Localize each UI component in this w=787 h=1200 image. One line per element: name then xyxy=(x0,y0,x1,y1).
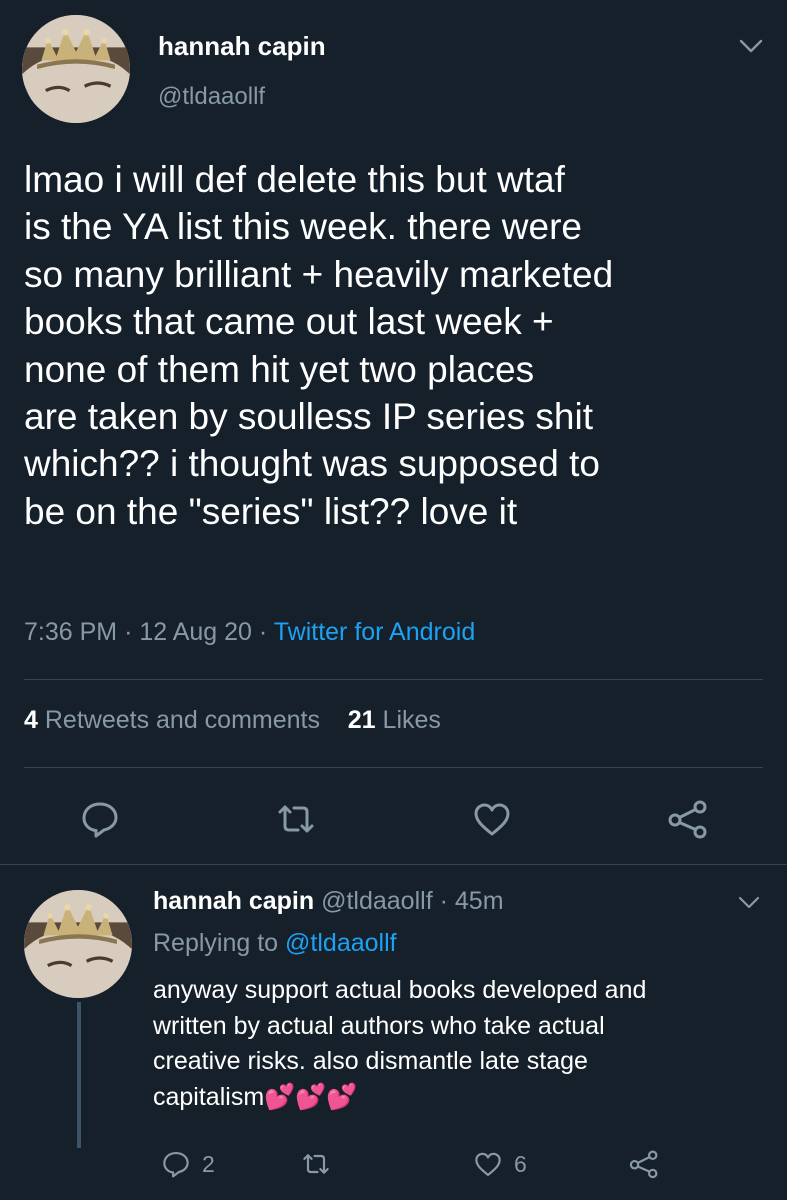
retweets-stat[interactable]: 4 Retweets and comments xyxy=(24,706,320,734)
like-count: 6 xyxy=(514,1150,527,1177)
reply-like-button[interactable]: 6 xyxy=(472,1147,527,1181)
share-button[interactable] xyxy=(666,797,710,841)
retweets-count: 4 xyxy=(24,706,38,734)
chevron-down-icon[interactable] xyxy=(736,892,762,914)
reply-header: hannah capin @tldaaollf · 45m xyxy=(153,887,504,916)
reply-author-name[interactable]: hannah capin xyxy=(153,887,314,915)
tweet-stats: 4 Retweets and comments 21 Likes xyxy=(24,706,441,735)
meta-separator: · xyxy=(124,618,133,646)
retweet-icon xyxy=(303,1154,329,1174)
reply-bubble-icon xyxy=(163,1152,189,1178)
author-avatar[interactable] xyxy=(22,15,130,123)
reply-button[interactable] xyxy=(78,797,122,841)
reply-bubble-icon xyxy=(82,802,118,838)
reply-share-button[interactable] xyxy=(628,1147,660,1181)
share-icon xyxy=(668,800,707,839)
tweet-text: lmao i will def delete this but wtaf is … xyxy=(24,159,614,532)
meta-separator: · xyxy=(439,887,448,915)
reply-author-avatar[interactable] xyxy=(24,890,132,998)
author-name[interactable]: hannah capin xyxy=(158,31,326,62)
meta-separator: · xyxy=(258,618,268,646)
reply-retweet-button[interactable] xyxy=(300,1147,332,1181)
likes-label: Likes xyxy=(382,706,441,734)
replying-to-label: Replying to xyxy=(153,929,279,957)
reply-text: anyway support actual books developed an… xyxy=(153,976,647,1111)
reply-author-handle[interactable]: @tldaaollf xyxy=(321,887,433,915)
retweet-icon xyxy=(278,805,314,833)
reply-count: 2 xyxy=(202,1150,215,1177)
heart-icon xyxy=(475,1152,501,1176)
replying-to: Replying to @tldaaollf xyxy=(153,929,397,958)
likes-stat[interactable]: 21 Likes xyxy=(348,706,441,734)
likes-count: 21 xyxy=(347,706,376,734)
heart-icon xyxy=(474,803,510,836)
tweet-source-link[interactable]: Twitter for Android xyxy=(274,618,475,646)
thread-connector xyxy=(77,1002,81,1148)
share-icon xyxy=(629,1150,658,1179)
retweet-button[interactable] xyxy=(274,797,318,841)
chevron-down-icon[interactable] xyxy=(737,34,765,58)
like-button[interactable] xyxy=(470,797,514,841)
divider xyxy=(24,767,763,768)
reply-reply-button[interactable]: 2 xyxy=(160,1147,215,1181)
retweets-label: Retweets and comments xyxy=(44,706,320,734)
tweet-time: 7:36 PM xyxy=(24,618,118,646)
reply-age: 45m xyxy=(454,887,504,915)
divider xyxy=(0,864,787,865)
divider xyxy=(24,679,763,680)
tweet-date: 12 Aug 20 xyxy=(139,618,252,646)
replying-to-mention[interactable]: @tldaaollf xyxy=(285,929,397,957)
tweet-meta: 7:36 PM · 12 Aug 20 · Twitter for Androi… xyxy=(24,618,475,647)
author-handle[interactable]: @tldaaollf xyxy=(158,83,265,111)
